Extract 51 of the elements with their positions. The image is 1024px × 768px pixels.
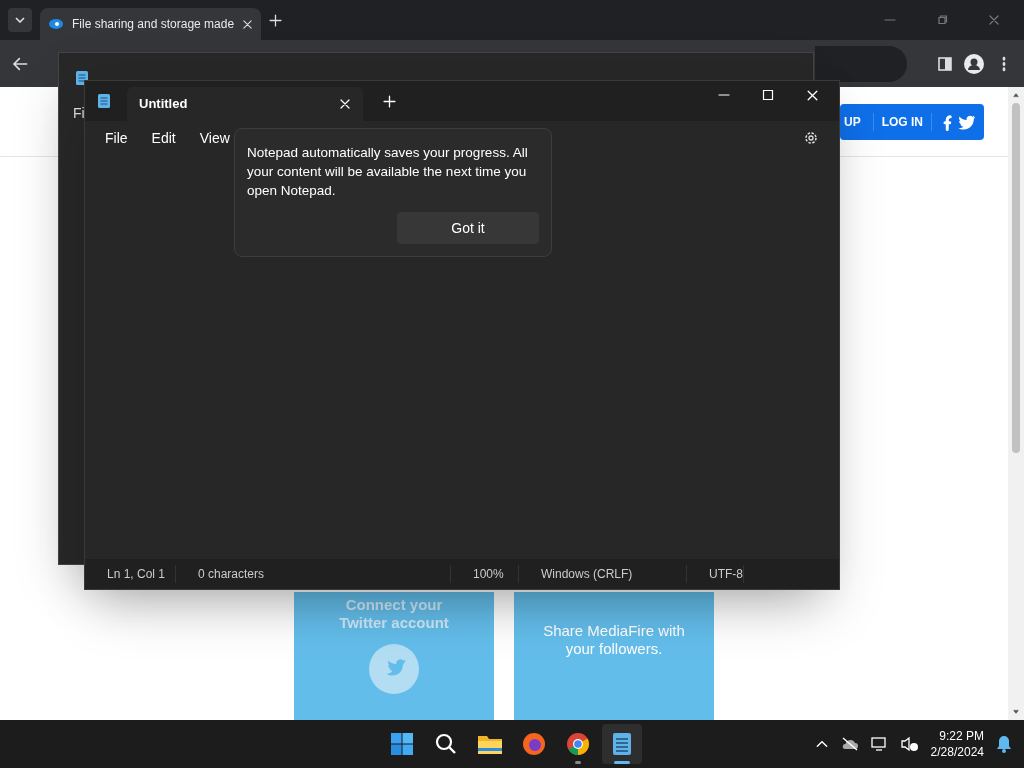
new-tab-icon[interactable] xyxy=(269,13,283,27)
scroll-thumb[interactable] xyxy=(1012,103,1020,453)
settings-icon[interactable] xyxy=(803,130,819,146)
running-indicator xyxy=(575,761,581,764)
notepad-tab[interactable]: Untitled xyxy=(127,87,363,121)
browser-globe-icon xyxy=(522,732,546,756)
taskbar-app[interactable] xyxy=(602,724,642,764)
search-icon xyxy=(434,732,458,756)
got-it-button[interactable]: Got it xyxy=(397,212,539,244)
scroll-up-icon[interactable] xyxy=(1012,91,1020,99)
menu-item[interactable]: Fi xyxy=(73,103,85,124)
browser-tab[interactable]: File sharing and storage made xyxy=(40,8,262,40)
notepad-icon xyxy=(612,732,632,756)
fire-logo-icon xyxy=(48,18,64,30)
scroll-down-icon[interactable] xyxy=(1012,708,1020,716)
tab-title: Untitled xyxy=(139,95,188,114)
speaker-muted-icon[interactable] xyxy=(900,736,919,752)
back-icon[interactable] xyxy=(12,55,28,72)
running-indicator xyxy=(614,761,630,764)
side-panel-icon[interactable] xyxy=(938,56,952,71)
folder-icon xyxy=(477,733,503,755)
status-item: Windows (CRLF) xyxy=(519,565,687,583)
status-item: 100% xyxy=(451,565,519,583)
tip-text: Notepad automatically saves your progress. All your content will be available the next time you open Notepad. xyxy=(247,144,529,200)
clock-date[interactable]: 2/28/2024 xyxy=(930,744,984,760)
notepad-icon xyxy=(97,93,111,109)
bird-icon xyxy=(369,644,419,694)
browser-wheel-icon xyxy=(566,732,590,756)
restore-icon[interactable] xyxy=(936,14,948,26)
header-link[interactable]: UP xyxy=(842,112,874,131)
profile-icon[interactable] xyxy=(964,53,984,74)
close-icon[interactable] xyxy=(242,18,254,30)
tab-title: File sharing and storage made xyxy=(72,16,235,33)
notepad-icon xyxy=(75,70,89,86)
chevron-icon xyxy=(15,17,25,23)
header-link[interactable]: LOG IN xyxy=(873,112,932,131)
clock-time[interactable]: 9:22 PM xyxy=(939,728,984,744)
windows-logo-icon xyxy=(390,732,414,756)
status-item: 0 characters xyxy=(176,565,451,583)
menu-item[interactable]: Edit xyxy=(139,127,188,149)
cloud-off-icon[interactable] xyxy=(840,737,859,751)
bird-icon[interactable] xyxy=(958,113,976,130)
card-title: Share MediaFire with your followers. xyxy=(542,621,686,658)
status-item: Ln 1, Col 1 xyxy=(85,565,176,583)
maximize-icon[interactable] xyxy=(762,89,774,101)
network-icon[interactable] xyxy=(870,736,889,752)
menu-item[interactable]: File xyxy=(93,127,140,149)
bell-icon[interactable] xyxy=(996,735,1012,753)
card-title: Connect your Twitter account xyxy=(338,596,450,632)
status-item: UTF-8 xyxy=(687,565,744,583)
tab-list-button[interactable] xyxy=(8,8,32,32)
